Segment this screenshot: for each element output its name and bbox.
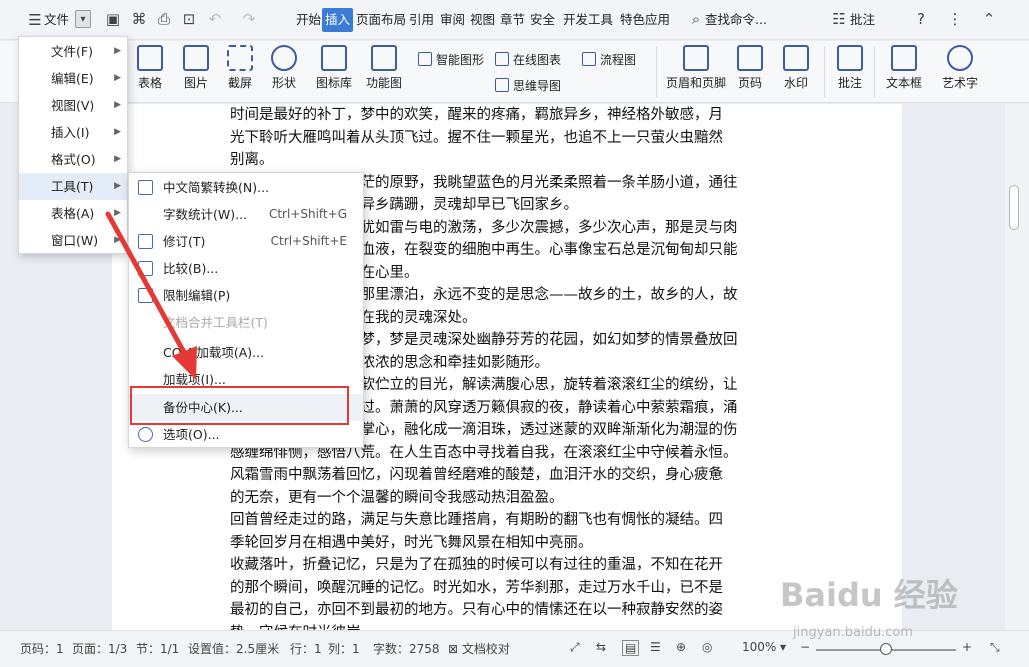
annotation-arrow	[105, 211, 197, 380]
